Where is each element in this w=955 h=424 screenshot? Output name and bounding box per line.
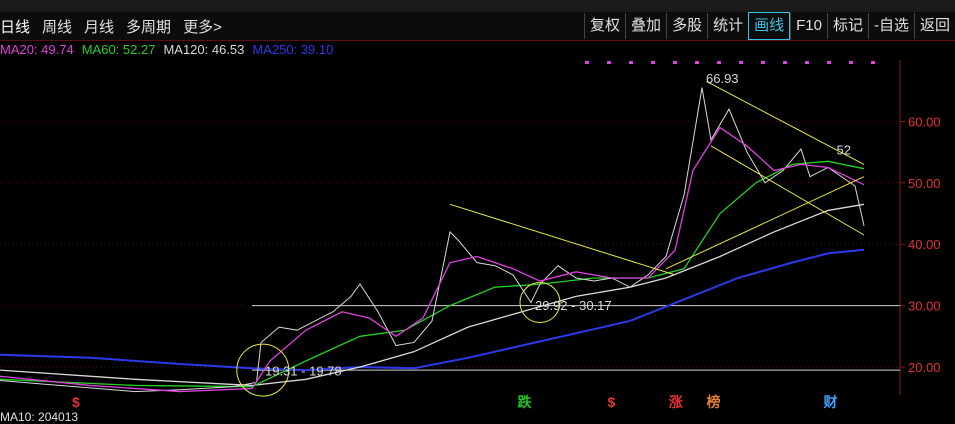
ma120-line <box>0 203 865 387</box>
tool-buttons: 复权 叠加 多股 统计 画线 F10 标记 -自选 返回 <box>584 12 955 40</box>
trend-line <box>665 176 865 270</box>
tab-more[interactable]: 更多> <box>183 16 222 37</box>
event-marker: 跌 <box>518 394 533 410</box>
event-marker: 财 <box>823 394 838 410</box>
chart-toolbar: 日线 周线 月线 多周期 更多> 复权 叠加 多股 统计 画线 F10 标记 -… <box>0 12 955 41</box>
signal-dot <box>585 61 589 64</box>
y-tick-label: 50.00 <box>908 176 941 191</box>
price-annotation: 52 <box>837 142 851 157</box>
event-marker: $ <box>72 394 80 410</box>
overlay-button[interactable]: 叠加 <box>625 13 666 39</box>
signal-dot <box>717 61 721 64</box>
price-annotation: 29.92 - 30.17 <box>535 298 612 313</box>
y-tick-label: 30.00 <box>908 299 941 314</box>
ma-legend: MA20: 49.74 MA60: 52.27 MA120: 46.53 MA250:… <box>0 42 341 60</box>
tab-weekly[interactable]: 周线 <box>42 16 72 37</box>
kline-chart[interactable]: 20.00 30.00 40.00 50.00 60.00 66.93 29.92 - 30… <box>0 60 955 410</box>
signal-dot <box>739 61 743 64</box>
period-tabs: 日线 周线 月线 多周期 更多> <box>0 12 234 40</box>
mark-button[interactable]: 标记 <box>826 13 868 39</box>
event-marker: 涨 <box>669 394 683 410</box>
signal-dot <box>607 61 611 64</box>
signal-dot <box>761 61 765 64</box>
y-tick-label: 60.00 <box>908 114 941 129</box>
draw-line-button[interactable]: 画线 <box>748 12 791 40</box>
signal-dot <box>871 61 875 64</box>
tab-daily[interactable]: 日线 <box>0 16 30 37</box>
ma-legend-item: MA120: 46.53 <box>163 42 245 57</box>
remove-watchlist-button[interactable]: -自选 <box>867 13 914 39</box>
y-tick-label: 20.00 <box>908 360 941 375</box>
f10-button[interactable]: F10 <box>790 13 827 39</box>
signal-dot <box>805 61 809 64</box>
y-tick-label: 40.00 <box>908 237 941 252</box>
ma60-line <box>0 160 865 388</box>
volume-ma-label: MA10: 204013 <box>0 410 79 424</box>
event-marker: 榜 <box>707 394 721 410</box>
ma-legend-item: MA20: 49.74 <box>0 42 74 57</box>
back-button[interactable]: 返回 <box>913 13 955 39</box>
signal-dot <box>695 61 699 64</box>
event-marker: $ <box>608 394 616 410</box>
price-annotation: 66.93 <box>706 71 739 86</box>
trend-line <box>710 145 865 236</box>
tab-monthly[interactable]: 月线 <box>84 16 114 37</box>
signal-dot <box>783 61 787 64</box>
price-annotation: 19.31 - 19.78 <box>265 363 342 378</box>
stats-button[interactable]: 统计 <box>707 13 748 39</box>
ma250-line <box>0 248 865 372</box>
signal-dot <box>629 61 633 64</box>
trend-line <box>449 203 676 276</box>
tab-multi-period[interactable]: 多周期 <box>126 16 171 37</box>
signal-dot <box>827 61 831 64</box>
signal-dot <box>849 61 853 64</box>
ma-legend-item: MA250: 39.10 <box>252 42 334 57</box>
signal-dot <box>651 61 655 64</box>
signal-dot <box>673 61 677 64</box>
multi-stock-button[interactable]: 多股 <box>666 13 707 39</box>
adjust-button[interactable]: 复权 <box>584 13 625 39</box>
top-menu-strip <box>0 0 955 12</box>
price-line <box>0 87 865 393</box>
ma-legend-item: MA60: 52.27 <box>81 42 156 57</box>
ma20-line <box>0 126 865 393</box>
